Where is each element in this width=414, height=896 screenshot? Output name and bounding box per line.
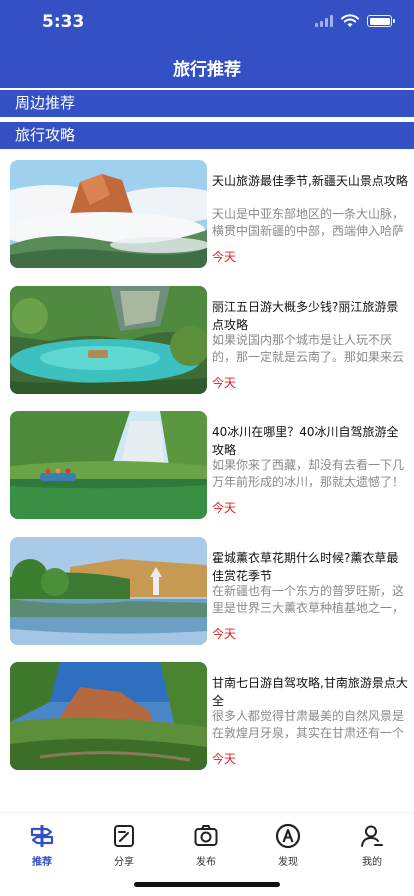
article-title: 甘南七日游自驾攻略,甘南旅游景点大全	[212, 676, 408, 708]
article-desc: 如果说国内那个城市是让人玩不厌的，那一定就是云南了。那如果来云南旅游	[212, 333, 405, 364]
camera-icon	[194, 825, 218, 846]
article-desc: 在新疆也有一个东方的普罗旺斯，这里是世界三大薰衣草种植基地之一，	[212, 584, 405, 615]
signpost-icon	[30, 825, 54, 847]
tab-label: 发现	[278, 857, 298, 868]
thumbnail	[10, 160, 207, 268]
tab-share[interactable]: 分享	[94, 823, 154, 868]
thumbnail	[10, 411, 207, 519]
article-title: 天山旅游最佳季节,新疆天山景点攻略	[212, 174, 408, 188]
article-desc: 天山是中亚东部地区的一条大山脉，横贯中国新疆的中部，西端伸入哈萨克斯坦	[212, 207, 405, 238]
article-date: 今天	[212, 250, 237, 264]
page-title: 旅行推荐	[173, 60, 241, 80]
article-title: 霍城薰衣草花期什么时候?薰衣草最佳赏花季节	[212, 551, 399, 583]
home-indicator	[134, 882, 280, 887]
tab-discover[interactable]: 发现	[258, 823, 318, 868]
article-title: 丽江五日游大概多少钱?丽江旅游景点攻略	[212, 300, 399, 332]
status-icons	[315, 14, 395, 28]
list-item[interactable]: 天山旅游最佳季节,新疆天山景点攻略 天山是中亚东部地区的一条大山脉，横贯中国新疆…	[10, 160, 410, 268]
article-date: 今天	[212, 376, 237, 390]
list-item[interactable]: 甘南七日游自驾攻略,甘南旅游景点大全 很多人都觉得甘肃最美的自然风景是在敦煌月牙…	[10, 662, 410, 770]
section-nearby[interactable]: 周边推荐	[0, 90, 414, 117]
tab-label: 发布	[196, 857, 216, 868]
article-date: 今天	[212, 627, 237, 641]
article-date: 今天	[212, 501, 237, 515]
status-time: 5:33	[42, 12, 85, 32]
tab-label: 推荐	[32, 857, 52, 868]
edit-note-icon	[114, 825, 134, 847]
article-title: 40冰川在哪里？40冰川自驾旅游全攻略	[212, 425, 399, 457]
tab-publish[interactable]: 发布	[176, 823, 236, 868]
tab-recommend[interactable]: 推荐	[12, 823, 72, 868]
thumbnail	[10, 537, 207, 645]
battery-icon	[367, 15, 395, 27]
top-bar: 5:33 旅行推荐	[0, 0, 414, 88]
tab-mine[interactable]: 我的	[342, 823, 402, 868]
tab-label: 分享	[114, 857, 134, 868]
tab-label: 我的	[362, 857, 382, 868]
list-item[interactable]: 丽江五日游大概多少钱?丽江旅游景点攻略 如果说国内那个城市是让人玩不厌的，那一定…	[10, 286, 410, 394]
thumbnail	[10, 662, 207, 770]
article-desc: 如果你来了西藏，却没有去看一下几万年前形成的冰川，那就太遗憾了！	[212, 458, 405, 489]
compass-a-icon	[275, 823, 301, 849]
thumbnail	[10, 286, 207, 394]
section-guides[interactable]: 旅行攻略	[0, 122, 414, 149]
signal-icon	[315, 15, 333, 27]
article-desc: 很多人都觉得甘肃最美的自然风景是在敦煌月牙泉，其实在甘肃还有一个	[212, 709, 405, 740]
list-item[interactable]: 40冰川在哪里？40冰川自驾旅游全攻略 如果你来了西藏，却没有去看一下几万年前形…	[10, 411, 410, 519]
list-item[interactable]: 霍城薰衣草花期什么时候?薰衣草最佳赏花季节 在新疆也有一个东方的普罗旺斯，这里是…	[10, 537, 410, 645]
wifi-icon	[341, 14, 359, 27]
article-date: 今天	[212, 752, 237, 766]
user-icon	[361, 825, 383, 847]
